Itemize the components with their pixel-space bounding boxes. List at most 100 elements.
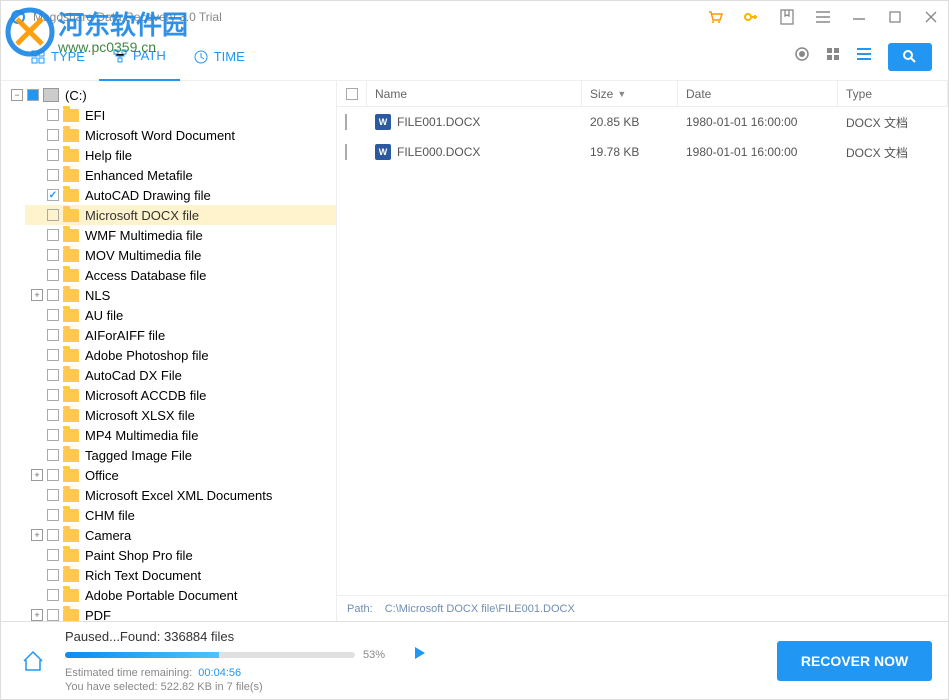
tab-time[interactable]: TIME <box>180 33 259 81</box>
folder-tree[interactable]: − (C:) EFI Microsoft Word DocumentHelp fi… <box>1 81 337 621</box>
tab-path[interactable]: PATH <box>99 33 180 81</box>
tree-checkbox[interactable] <box>47 449 59 461</box>
tree-item-label: PDF <box>85 608 111 622</box>
tree-item[interactable]: MOV Multimedia file <box>25 245 336 265</box>
tree-checkbox[interactable] <box>47 289 59 301</box>
path-bar: Path: C:\Microsoft DOCX file\FILE001.DOC… <box>337 595 948 621</box>
tree-checkbox[interactable] <box>47 149 59 161</box>
tree-item[interactable]: CHM file <box>25 505 336 525</box>
resume-button[interactable] <box>413 646 427 665</box>
tree-checkbox[interactable] <box>47 109 59 121</box>
tree-item[interactable]: +Camera <box>25 525 336 545</box>
tree-item[interactable]: Microsoft XLSX file <box>25 405 336 425</box>
folder-icon <box>63 249 79 262</box>
tree-item[interactable]: Access Database file <box>25 265 336 285</box>
tree-item-label: Access Database file <box>85 268 206 283</box>
tree-checkbox[interactable] <box>47 349 59 361</box>
column-type[interactable]: Type <box>838 81 948 106</box>
tab-label: TIME <box>214 49 245 64</box>
row-checkbox[interactable] <box>345 114 347 130</box>
tree-item[interactable]: AIForAIFF file <box>25 325 336 345</box>
tree-item[interactable]: +NLS <box>25 285 336 305</box>
tree-checkbox[interactable] <box>47 129 59 141</box>
tree-checkbox[interactable] <box>47 209 59 221</box>
tree-icon <box>113 49 127 63</box>
maximize-button[interactable] <box>886 8 904 26</box>
tree-checkbox[interactable] <box>47 469 59 481</box>
close-button[interactable] <box>922 8 940 26</box>
tree-item[interactable]: +PDF <box>25 605 336 621</box>
tree-item-label: Microsoft Excel XML Documents <box>85 488 272 503</box>
tree-item[interactable]: Adobe Photoshop file <box>25 345 336 365</box>
tree-checkbox[interactable] <box>47 249 59 261</box>
tree-item-label: AutoCad DX File <box>85 368 182 383</box>
tree-item-label: Office <box>85 468 119 483</box>
tree-item[interactable]: MP4 Multimedia file <box>25 425 336 445</box>
tree-checkbox[interactable] <box>47 409 59 421</box>
file-type: DOCX 文档 <box>838 114 948 131</box>
menu-icon[interactable] <box>814 8 832 26</box>
selection-summary: You have selected: 522.82 KB in 7 file(s… <box>65 681 761 693</box>
tree-checkbox[interactable] <box>47 329 59 341</box>
tree-checkbox[interactable] <box>47 269 59 281</box>
column-name[interactable]: Name <box>367 81 582 106</box>
search-button[interactable] <box>888 43 932 71</box>
cart-icon[interactable] <box>706 8 724 26</box>
tree-checkbox[interactable] <box>47 549 59 561</box>
table-row[interactable]: WFILE000.DOCX19.78 KB1980-01-01 16:00:00… <box>337 137 948 167</box>
folder-icon <box>63 169 79 182</box>
tree-item[interactable]: Microsoft Word Document <box>25 125 336 145</box>
tree-item[interactable]: Tagged Image File <box>25 445 336 465</box>
key-icon[interactable] <box>742 8 760 26</box>
column-size[interactable]: Size▼ <box>582 81 678 106</box>
recover-button[interactable]: RECOVER NOW <box>777 641 932 681</box>
tree-checkbox[interactable] <box>47 429 59 441</box>
tree-item[interactable]: +Office <box>25 465 336 485</box>
tree-item[interactable]: EFI <box>25 105 336 125</box>
select-all-checkbox[interactable] <box>346 88 358 100</box>
grid-view-icon[interactable] <box>826 47 840 66</box>
tree-checkbox[interactable] <box>47 309 59 321</box>
tree-item[interactable]: AU file <box>25 305 336 325</box>
tree-item[interactable]: Microsoft Excel XML Documents <box>25 485 336 505</box>
tree-item[interactable]: Rich Text Document <box>25 565 336 585</box>
tree-item[interactable]: Help file <box>25 145 336 165</box>
preview-icon[interactable] <box>794 46 810 67</box>
tree-item[interactable]: Paint Shop Pro file <box>25 545 336 565</box>
home-button[interactable] <box>17 645 49 677</box>
table-row[interactable]: WFILE001.DOCX20.85 KB1980-01-01 16:00:00… <box>337 107 948 137</box>
grid-icon <box>31 50 45 64</box>
tree-checkbox[interactable] <box>47 509 59 521</box>
tree-item-label: AIForAIFF file <box>85 328 165 343</box>
tree-checkbox[interactable] <box>47 229 59 241</box>
tree-checkbox[interactable] <box>47 609 59 621</box>
tree-item[interactable]: AutoCAD Drawing file <box>25 185 336 205</box>
folder-icon <box>63 409 79 422</box>
tree-item-label: EFI <box>85 108 105 123</box>
tree-checkbox[interactable] <box>47 569 59 581</box>
docx-file-icon: W <box>375 144 391 160</box>
tree-item[interactable]: Microsoft ACCDB file <box>25 385 336 405</box>
tree-checkbox[interactable] <box>47 389 59 401</box>
tree-item[interactable]: Adobe Portable Document <box>25 585 336 605</box>
tree-root-node[interactable]: − (C:) <box>5 85 336 105</box>
tree-checkbox[interactable] <box>47 189 59 201</box>
tree-checkbox[interactable] <box>47 529 59 541</box>
tree-checkbox[interactable] <box>47 369 59 381</box>
tree-checkbox[interactable] <box>47 489 59 501</box>
tree-item[interactable]: Enhanced Metafile <box>25 165 336 185</box>
book-icon[interactable] <box>778 8 796 26</box>
tree-checkbox[interactable] <box>47 589 59 601</box>
tree-item[interactable]: AutoCad DX File <box>25 365 336 385</box>
minimize-button[interactable] <box>850 8 868 26</box>
tree-item-label: Microsoft DOCX file <box>85 208 199 223</box>
folder-icon <box>63 329 79 342</box>
tree-item[interactable]: WMF Multimedia file <box>25 225 336 245</box>
tree-item[interactable]: Microsoft DOCX file <box>25 205 336 225</box>
list-view-icon[interactable] <box>856 47 872 66</box>
row-checkbox[interactable] <box>345 144 347 160</box>
column-date[interactable]: Date <box>678 81 838 106</box>
table-header: Name Size▼ Date Type <box>337 81 948 107</box>
tree-checkbox[interactable] <box>47 169 59 181</box>
tab-type[interactable]: TYPE <box>17 33 99 81</box>
